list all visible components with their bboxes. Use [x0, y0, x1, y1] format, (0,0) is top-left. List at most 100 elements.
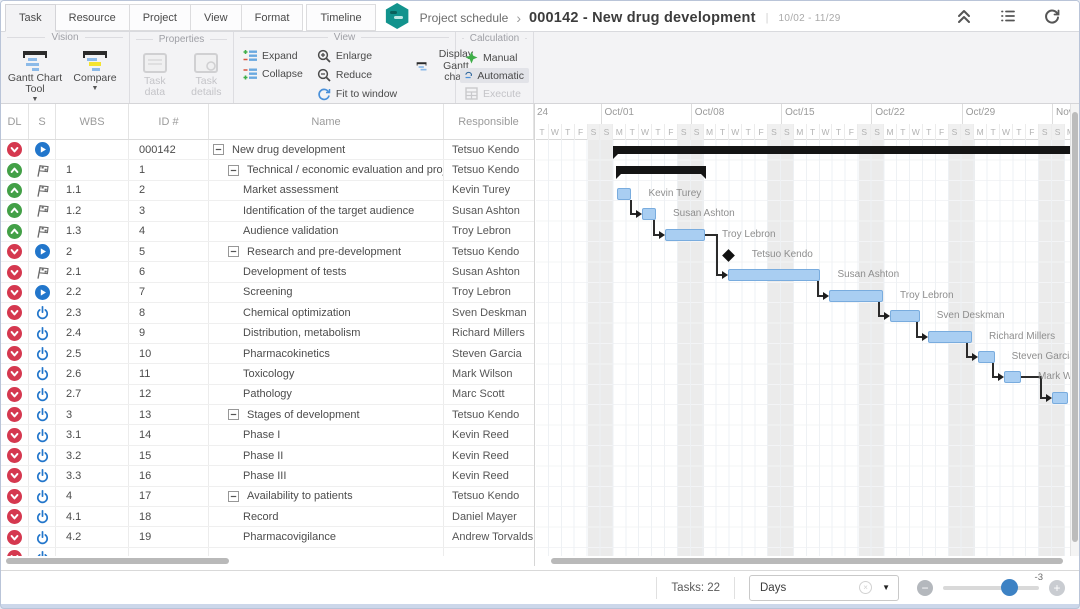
column-header-name[interactable]: Name — [209, 104, 444, 139]
task-state-power-icon[interactable] — [35, 326, 50, 341]
zoom-slider-thumb[interactable] — [1001, 579, 1018, 596]
task-state-power-icon[interactable] — [35, 489, 50, 504]
breadcrumb-parent[interactable]: Project schedule — [420, 11, 509, 25]
table-row[interactable]: 2.16Development of testsSusan Ashton — [1, 262, 534, 282]
deadline-status-down-icon[interactable] — [7, 509, 22, 524]
collapse-toggle-icon[interactable] — [213, 144, 228, 155]
project-summary-bar[interactable] — [613, 146, 1072, 154]
table-row[interactable]: 000142New drug developmentTetsuo Kendo — [1, 140, 534, 160]
task-bar[interactable] — [1052, 392, 1068, 404]
deadline-status-down-icon[interactable] — [7, 407, 22, 422]
task-bar[interactable] — [928, 331, 972, 343]
task-state-flag-icon[interactable] — [35, 163, 50, 178]
gantt-hscroll-thumb[interactable] — [551, 558, 1063, 564]
task-state-power-icon[interactable] — [35, 305, 50, 320]
compare-button[interactable]: Compare ▼ — [65, 45, 125, 92]
task-state-power-icon[interactable] — [35, 387, 50, 402]
task-bar[interactable] — [890, 310, 920, 322]
table-row[interactable]: 1.12Market assessmentKevin Turey — [1, 181, 534, 201]
zoom-slider-track[interactable] — [943, 586, 1039, 590]
grid-hscroll-thumb[interactable] — [6, 558, 229, 564]
deadline-status-up-icon[interactable] — [7, 183, 22, 198]
tab-format[interactable]: Format — [241, 4, 304, 31]
tab-view[interactable]: View — [190, 4, 242, 31]
column-header-id[interactable]: ID # — [129, 104, 209, 139]
tab-task[interactable]: Task — [5, 4, 56, 32]
deadline-status-down-icon[interactable] — [7, 326, 22, 341]
column-header-responsible[interactable]: Responsible — [444, 104, 534, 139]
deadline-status-down-icon[interactable] — [7, 366, 22, 381]
table-row[interactable]: 1.23Identification of the target audienc… — [1, 201, 534, 221]
task-state-power-icon[interactable] — [35, 509, 50, 524]
task-state-power-icon[interactable] — [35, 428, 50, 443]
tab-project[interactable]: Project — [129, 4, 191, 31]
task-state-power-icon[interactable] — [35, 448, 50, 463]
table-row[interactable]: 4.118RecordDaniel Mayer — [1, 507, 534, 527]
timescale-dropdown[interactable]: Days × ▼ — [749, 575, 899, 601]
table-row[interactable]: 417Availability to patientsTetsuo Kendo — [1, 487, 534, 507]
task-state-power-icon[interactable] — [35, 468, 50, 483]
task-state-power-icon[interactable] — [35, 346, 50, 361]
task-bar[interactable] — [978, 351, 994, 363]
collapse-toggle-icon[interactable] — [228, 246, 243, 257]
collapse-toggle-icon[interactable] — [228, 409, 243, 420]
collapse-toggle-icon[interactable] — [228, 165, 243, 176]
task-bar[interactable] — [1004, 371, 1021, 383]
tab-resource[interactable]: Resource — [55, 4, 130, 31]
task-bar[interactable] — [642, 208, 656, 220]
reduce-button[interactable]: Reduce — [312, 67, 402, 83]
manual-calculation-button[interactable]: Manual — [460, 50, 529, 65]
task-state-power-icon[interactable] — [35, 366, 50, 381]
deadline-status-down-icon[interactable] — [7, 285, 22, 300]
task-state-flag-icon[interactable] — [35, 183, 50, 198]
deadline-status-up-icon[interactable] — [7, 163, 22, 178]
table-row[interactable]: 2.712PathologyMarc Scott — [1, 385, 534, 405]
task-state-play-icon[interactable] — [35, 285, 50, 300]
deadline-status-down-icon[interactable] — [7, 428, 22, 443]
table-row[interactable]: 2.27ScreeningTroy Lebron — [1, 283, 534, 303]
task-state-flag-icon[interactable] — [35, 224, 50, 239]
table-row[interactable]: 3.114Phase IKevin Reed — [1, 425, 534, 445]
deadline-status-down-icon[interactable] — [7, 448, 22, 463]
collapse-button[interactable]: Collapse — [238, 66, 308, 81]
table-row[interactable] — [1, 548, 534, 556]
task-state-play-icon[interactable] — [35, 142, 50, 157]
table-row[interactable]: 11Technical / economic evaluation and pr… — [1, 160, 534, 180]
table-row[interactable]: 3.316Phase IIIKevin Reed — [1, 466, 534, 486]
grid-horizontal-scrollbar[interactable] — [1, 556, 534, 566]
expand-button[interactable]: Expand — [238, 48, 308, 63]
task-bar[interactable] — [665, 229, 705, 241]
deadline-status-down-icon[interactable] — [7, 387, 22, 402]
table-row[interactable]: 313Stages of developmentTetsuo Kendo — [1, 405, 534, 425]
task-state-play-icon[interactable] — [35, 244, 50, 259]
deadline-status-down-icon[interactable] — [7, 468, 22, 483]
tab-timeline[interactable]: Timeline — [306, 4, 375, 31]
table-row[interactable]: 2.49Distribution, metabolismRichard Mill… — [1, 324, 534, 344]
table-row[interactable]: 25Research and pre-developmentTetsuo Ken… — [1, 242, 534, 262]
gantt-vertical-scrollbar[interactable] — [1070, 104, 1079, 556]
refresh-icon[interactable] — [1043, 7, 1061, 25]
deadline-status-down-icon[interactable] — [7, 142, 22, 157]
task-bar[interactable] — [617, 188, 632, 200]
table-row[interactable]: 2.38Chemical optimizationSven Deskman — [1, 303, 534, 323]
gantt-horizontal-scrollbar[interactable] — [536, 556, 1072, 566]
automatic-calculation-button[interactable]: Automatic — [460, 68, 529, 83]
collapse-toggle-icon[interactable] — [228, 491, 243, 502]
column-header-wbs[interactable]: WBS — [56, 104, 129, 139]
task-state-flag-icon[interactable] — [35, 265, 50, 280]
zoom-out-button[interactable]: − — [917, 580, 933, 596]
deadline-status-down-icon[interactable] — [7, 346, 22, 361]
task-state-power-icon[interactable] — [35, 407, 50, 422]
deadline-status-down-icon[interactable] — [7, 305, 22, 320]
gantt-vscroll-thumb[interactable] — [1072, 112, 1078, 542]
deadline-status-down-icon[interactable] — [7, 265, 22, 280]
column-header-s[interactable]: S — [29, 104, 56, 139]
table-row[interactable]: 3.215Phase IIKevin Reed — [1, 446, 534, 466]
fit-to-window-button[interactable]: Fit to window — [312, 86, 402, 102]
deadline-status-down-icon[interactable] — [7, 489, 22, 504]
clear-icon[interactable]: × — [859, 581, 872, 594]
task-bar[interactable] — [829, 290, 883, 302]
table-row[interactable]: 2.611ToxicologyMark Wilson — [1, 364, 534, 384]
task-state-flag-icon[interactable] — [35, 203, 50, 218]
deadline-status-up-icon[interactable] — [7, 224, 22, 239]
